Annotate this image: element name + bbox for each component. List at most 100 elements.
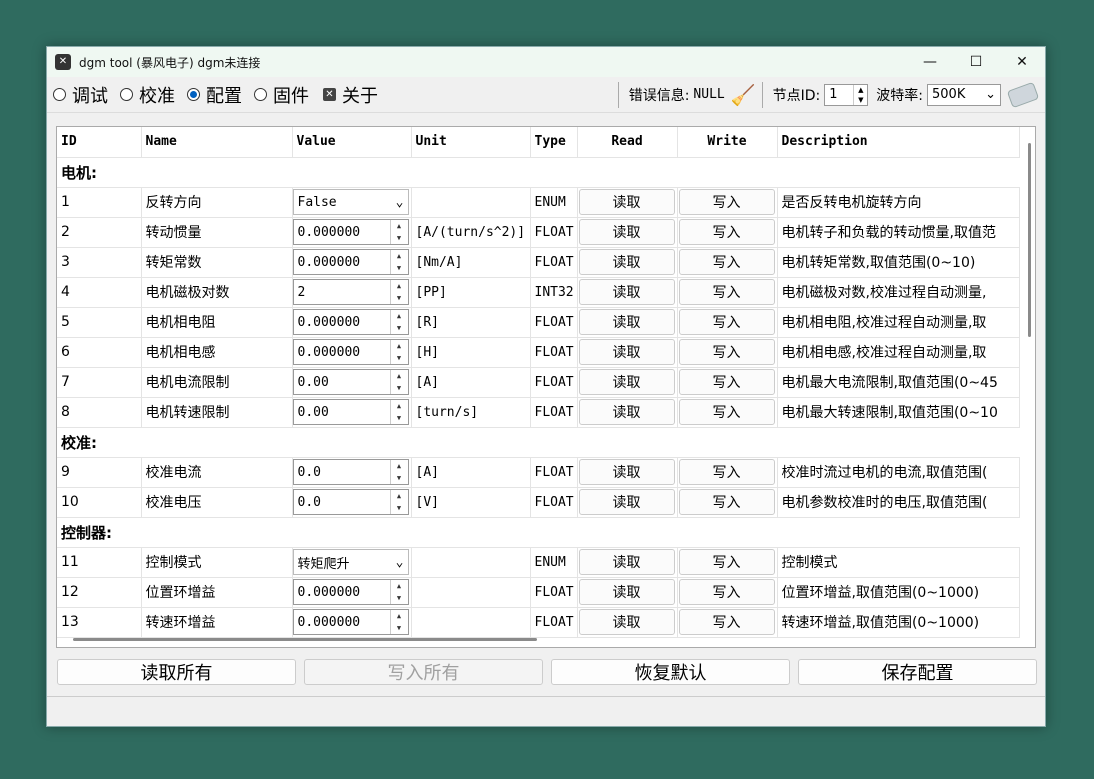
read-button[interactable]: 读取 — [578, 549, 675, 575]
write-button[interactable]: 写入 — [678, 489, 775, 515]
spin-arrows-icon[interactable]: ▲ ▼ — [389, 280, 408, 304]
spin-arrows-icon[interactable]: ▲ ▼ — [389, 250, 408, 274]
spin-arrows-icon[interactable]: ▲ ▼ — [389, 610, 408, 634]
read-button[interactable]: 读取 — [578, 249, 675, 275]
spin-arrows-icon[interactable]: ▲ ▼ — [389, 400, 408, 424]
cell-description: 电机相电感,校准过程自动测量,取 — [777, 337, 1020, 368]
cell-type: FLOAT — [530, 247, 578, 278]
group-calibration: 校准: — [57, 427, 1019, 458]
write-button[interactable]: 写入 — [678, 249, 775, 275]
node-id-spinbox[interactable]: 1 ▲ ▼ — [824, 83, 869, 106]
value-spinbox[interactable]: 0.00 ▲ ▼ — [292, 369, 409, 395]
read-button[interactable]: 读取 — [578, 459, 675, 485]
cell-type: ENUM — [530, 187, 578, 218]
spin-arrows-icon[interactable]: ▲ ▼ — [389, 340, 408, 364]
write-button[interactable]: 写入 — [678, 309, 775, 335]
cell-type: FLOAT — [530, 487, 578, 518]
value-spinbox[interactable]: 0.000000 ▲ ▼ — [292, 249, 409, 275]
write-button[interactable]: 写入 — [678, 459, 775, 485]
read-button[interactable]: 读取 — [578, 399, 675, 425]
clear-error-broom-icon[interactable]: 🧹 — [731, 83, 756, 107]
cell-type: FLOAT — [530, 217, 578, 248]
value-spinbox[interactable]: 0.000000 ▲ ▼ — [292, 339, 409, 365]
value-text: 0.00 — [297, 404, 329, 420]
value-spinbox[interactable]: 0.000000 ▲ ▼ — [292, 309, 409, 335]
spin-arrows-icon[interactable]: ▲ ▼ — [389, 580, 408, 604]
read-button[interactable]: 读取 — [578, 189, 675, 215]
mode-radio-debug[interactable]: 调试 — [53, 82, 108, 108]
value-select[interactable]: False ⌄ — [292, 189, 409, 215]
read-button[interactable]: 读取 — [578, 489, 675, 515]
spin-arrows-icon[interactable]: ▲ ▼ — [389, 460, 408, 484]
write-button[interactable]: 写入 — [678, 219, 775, 245]
write-button[interactable]: 写入 — [678, 609, 775, 635]
baud-value: 500K — [932, 87, 966, 102]
value-select[interactable]: 转矩爬升 ⌄ — [292, 549, 409, 575]
read-button[interactable]: 读取 — [578, 339, 675, 365]
spin-arrows-icon[interactable]: ▲ ▼ — [389, 490, 408, 514]
spin-arrows-icon[interactable]: ▲ ▼ — [853, 84, 867, 105]
write-button[interactable]: 写入 — [678, 189, 775, 215]
read-button[interactable]: 读取 — [578, 279, 675, 305]
value-spinbox[interactable]: 0.000000 ▲ ▼ — [292, 609, 409, 635]
write-button[interactable]: 写入 — [678, 549, 775, 575]
read-button[interactable]: 读取 — [578, 219, 675, 245]
cell-description: 转速环增益,取值范围(0~1000) — [777, 607, 1020, 638]
value-spinbox[interactable]: 2 ▲ ▼ — [292, 279, 409, 305]
write-button[interactable]: 写入 — [678, 579, 775, 605]
table-row: 12 位置环增益 0.000000 ▲ ▼ FLOAT 读取 写入 位置环增益,取值范围(0~1… — [57, 577, 1020, 608]
table-row: 4 电机磁极对数 2 ▲ ▼ [PP] INT32 读取 写入 电机磁极对数,校准过程自动测量, — [57, 277, 1020, 308]
cell-id: 13 — [57, 607, 142, 638]
write-button[interactable]: 写入 — [678, 399, 775, 425]
cell-type: FLOAT — [530, 337, 578, 368]
cell-unit: [R] — [411, 307, 531, 338]
mode-radio-config[interactable]: 配置 — [187, 82, 242, 108]
cell-write: 写入 — [677, 457, 778, 488]
read-button[interactable]: 读取 — [578, 309, 675, 335]
write-button[interactable]: 写入 — [678, 339, 775, 365]
usb-connect-icon[interactable] — [1006, 81, 1040, 108]
radio-selected-icon — [187, 88, 200, 101]
mode-radio-firmware[interactable]: 固件 — [254, 82, 309, 108]
value-spinbox[interactable]: 0.00 ▲ ▼ — [292, 399, 409, 425]
close-button[interactable]: ✕ — [999, 47, 1045, 77]
vertical-scrollbar[interactable] — [1028, 143, 1031, 337]
horizontal-scrollbar[interactable] — [73, 638, 537, 641]
cell-value: 0.0 ▲ ▼ — [292, 487, 412, 518]
cell-read: 读取 — [577, 547, 678, 578]
value-text: 0.0 — [297, 464, 321, 480]
spin-arrows-icon[interactable]: ▲ ▼ — [389, 220, 408, 244]
read-all-button[interactable]: 读取所有 — [57, 659, 296, 685]
write-button[interactable]: 写入 — [678, 369, 775, 395]
spin-arrows-icon[interactable]: ▲ ▼ — [389, 370, 408, 394]
value-spinbox[interactable]: 0.0 ▲ ▼ — [292, 459, 409, 485]
read-button[interactable]: 读取 — [578, 579, 675, 605]
read-button[interactable]: 读取 — [578, 609, 675, 635]
cell-value: False ⌄ — [292, 187, 412, 218]
cell-read: 读取 — [577, 337, 678, 368]
value-spinbox[interactable]: 0.0 ▲ ▼ — [292, 489, 409, 515]
error-label: 错误信息: — [628, 87, 690, 104]
spin-arrows-icon[interactable]: ▲ ▼ — [389, 310, 408, 334]
about-checkbox[interactable]: ✕ 关于 — [323, 82, 378, 108]
cell-id: 5 — [57, 307, 142, 338]
value-spinbox[interactable]: 0.000000 ▲ ▼ — [292, 219, 409, 245]
cell-name: 电机电流限制 — [141, 367, 293, 398]
maximize-button[interactable]: ☐ — [953, 47, 999, 77]
cell-id: 12 — [57, 577, 142, 608]
read-button[interactable]: 读取 — [578, 369, 675, 395]
write-all-button[interactable]: 写入所有 — [304, 659, 543, 685]
baud-select[interactable]: 500K ⌄ — [927, 83, 1001, 106]
cell-name: 电机磁极对数 — [141, 277, 293, 308]
header-name: Name — [141, 127, 293, 158]
mode-label: 校准 — [139, 85, 175, 107]
node-id-label: 节点ID: — [772, 87, 821, 104]
about-icon: ✕ — [323, 88, 336, 101]
save-config-button[interactable]: 保存配置 — [798, 659, 1037, 685]
minimize-button[interactable]: — — [907, 47, 953, 77]
mode-radio-calibrate[interactable]: 校准 — [120, 82, 175, 108]
restore-defaults-button[interactable]: 恢复默认 — [551, 659, 790, 685]
cell-description: 校准时流过电机的电流,取值范围( — [777, 457, 1020, 488]
value-spinbox[interactable]: 0.000000 ▲ ▼ — [292, 579, 409, 605]
write-button[interactable]: 写入 — [678, 279, 775, 305]
